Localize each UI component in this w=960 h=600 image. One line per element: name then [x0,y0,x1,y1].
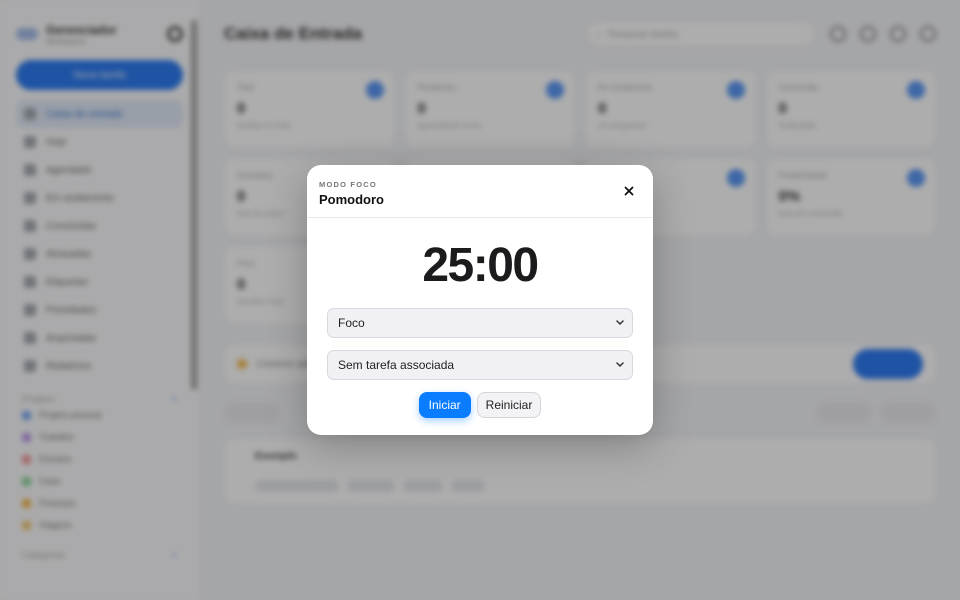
modal-actions: Iniciar Reiniciar [307,392,653,418]
start-button[interactable]: Iniciar [418,392,471,418]
pomodoro-modal: MODO FOCO Pomodoro 25:00 Foco Sem tarefa… [307,165,653,435]
reset-button[interactable]: Reiniciar [476,392,542,418]
mode-select-wrap: Foco [327,308,633,338]
chevron-down-icon [616,362,624,368]
close-icon [624,186,634,196]
mode-select-value: Foco [338,316,365,330]
modal-title: Pomodoro [319,192,384,207]
mode-select[interactable]: Foco [327,308,633,338]
task-select-value: Sem tarefa associada [338,358,455,372]
modal-eyebrow: MODO FOCO [319,180,377,189]
task-select-wrap: Sem tarefa associada [327,350,633,380]
chevron-down-icon [616,320,624,326]
task-select[interactable]: Sem tarefa associada [327,350,633,380]
timer-display: 25:00 [422,239,539,292]
close-button[interactable] [619,181,639,201]
modal-header: MODO FOCO Pomodoro [307,165,653,218]
